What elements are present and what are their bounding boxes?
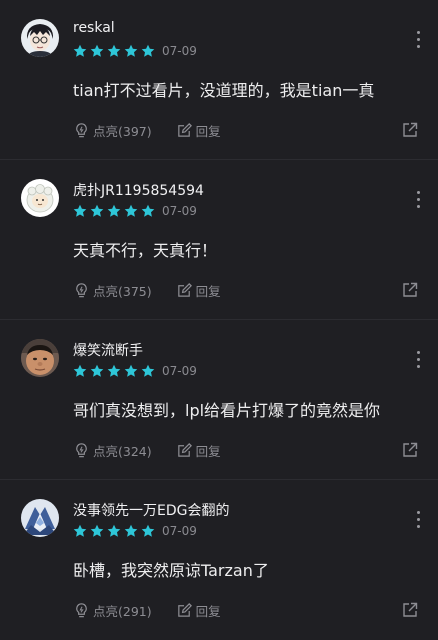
star-icon <box>107 44 121 58</box>
edit-icon <box>177 122 192 137</box>
rating-stars <box>73 523 158 539</box>
comment-item: reskal 07-09 tian打不过看片，没道理的，我是tian一真 点亮(… <box>0 0 438 160</box>
star-icon <box>141 364 155 378</box>
like-button[interactable]: 点亮(375) <box>73 281 152 300</box>
star-icon <box>107 524 121 538</box>
avatar[interactable] <box>21 339 59 377</box>
lightbulb-icon <box>76 442 87 457</box>
edit-icon <box>177 282 192 297</box>
rating-stars <box>73 203 158 219</box>
comment-date: 07-09 <box>162 524 197 538</box>
reply-button[interactable]: 回复 <box>176 121 221 140</box>
star-icon <box>124 524 138 538</box>
edit-icon <box>177 602 192 617</box>
star-icon <box>73 364 87 378</box>
comment-date: 07-09 <box>162 44 197 58</box>
star-icon <box>124 204 138 218</box>
reply-button[interactable]: 回复 <box>176 281 221 300</box>
comment-feed: reskal 07-09 tian打不过看片，没道理的，我是tian一真 点亮(… <box>0 0 438 640</box>
comment-text: tian打不过看片，没道理的，我是tian一真 <box>73 81 375 100</box>
like-label: 点亮(397) <box>93 123 152 139</box>
share-icon[interactable] <box>401 121 419 139</box>
star-icon <box>73 204 87 218</box>
reply-button[interactable]: 回复 <box>176 441 221 460</box>
username[interactable]: 爆笑流断手 <box>73 340 143 360</box>
like-button[interactable]: 点亮(397) <box>73 121 152 140</box>
star-icon <box>107 364 121 378</box>
reply-label: 回复 <box>195 603 221 619</box>
like-label: 点亮(324) <box>93 443 152 459</box>
star-icon <box>141 204 155 218</box>
avatar[interactable] <box>21 499 59 537</box>
edit-icon <box>177 442 192 457</box>
like-label: 点亮(375) <box>93 283 152 299</box>
comment-text: 哥们真没想到，lpl给看片打爆了的竟然是你 <box>73 401 381 420</box>
lightbulb-icon <box>76 282 87 297</box>
username[interactable]: 没事领先一万EDG会翻的 <box>73 500 229 520</box>
star-icon <box>73 524 87 538</box>
comment-text: 卧槽，我突然原谅Tarzan了 <box>73 561 269 580</box>
rating-stars <box>73 363 158 379</box>
username[interactable]: 虎扑JR1195854594 <box>73 180 204 200</box>
avatar[interactable] <box>21 19 59 57</box>
reply-label: 回复 <box>195 283 221 299</box>
like-label: 点亮(291) <box>93 603 152 619</box>
star-icon <box>90 44 104 58</box>
like-button[interactable]: 点亮(291) <box>73 601 152 620</box>
star-icon <box>124 364 138 378</box>
share-icon[interactable] <box>401 601 419 619</box>
share-icon[interactable] <box>401 441 419 459</box>
star-icon <box>73 44 87 58</box>
more-options-icon[interactable] <box>415 511 421 529</box>
more-options-icon[interactable] <box>415 351 421 369</box>
rating-stars <box>73 43 158 59</box>
comment-text: 天真不行，天真行！ <box>73 241 218 260</box>
star-icon <box>141 524 155 538</box>
comment-actions: 点亮(291) 回复 <box>73 601 245 619</box>
lightbulb-icon <box>76 122 87 137</box>
reply-label: 回复 <box>195 123 221 139</box>
lightbulb-icon <box>76 602 87 617</box>
comment-item: 虎扑JR1195854594 07-09 天真不行，天真行！ 点亮(375) 回… <box>0 160 438 320</box>
star-icon <box>90 524 104 538</box>
reply-label: 回复 <box>195 443 221 459</box>
comment-actions: 点亮(324) 回复 <box>73 441 245 459</box>
avatar[interactable] <box>21 179 59 217</box>
comment-date: 07-09 <box>162 204 197 218</box>
comment-actions: 点亮(397) 回复 <box>73 121 245 139</box>
more-options-icon[interactable] <box>415 191 421 209</box>
star-icon <box>90 364 104 378</box>
comment-actions: 点亮(375) 回复 <box>73 281 245 299</box>
more-options-icon[interactable] <box>415 31 421 49</box>
star-icon <box>141 44 155 58</box>
username[interactable]: reskal <box>73 20 115 36</box>
like-button[interactable]: 点亮(324) <box>73 441 152 460</box>
comment-item: 没事领先一万EDG会翻的 07-09 卧槽，我突然原谅Tarzan了 点亮(29… <box>0 480 438 640</box>
comment-date: 07-09 <box>162 364 197 378</box>
share-icon[interactable] <box>401 281 419 299</box>
star-icon <box>124 44 138 58</box>
reply-button[interactable]: 回复 <box>176 601 221 620</box>
comment-item: 爆笑流断手 07-09 哥们真没想到，lpl给看片打爆了的竟然是你 点亮(324… <box>0 320 438 480</box>
star-icon <box>107 204 121 218</box>
star-icon <box>90 204 104 218</box>
